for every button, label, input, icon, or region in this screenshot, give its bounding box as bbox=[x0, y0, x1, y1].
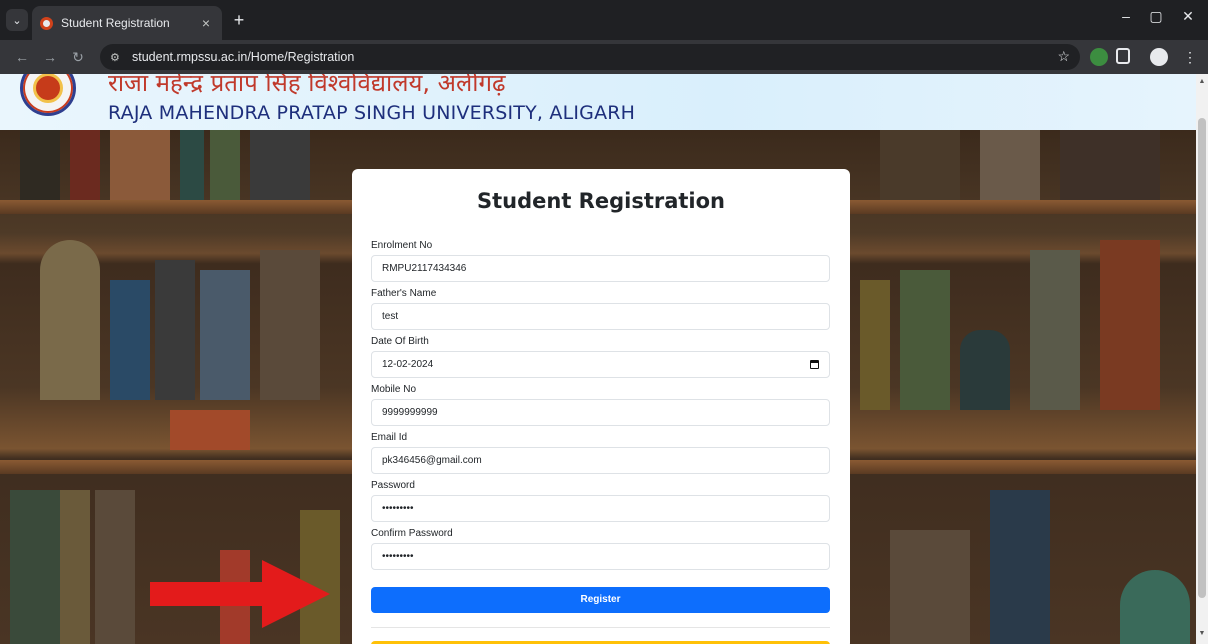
reload-icon[interactable]: ↻ bbox=[68, 47, 88, 67]
book-decor bbox=[95, 490, 135, 644]
divider bbox=[371, 627, 830, 628]
book-decor bbox=[1030, 250, 1080, 410]
profile-icon[interactable] bbox=[1150, 48, 1168, 66]
dob-label: Date Of Birth bbox=[371, 336, 429, 347]
email-label: Email Id bbox=[371, 432, 408, 443]
book-decor bbox=[110, 280, 150, 400]
book-decor bbox=[1060, 130, 1160, 200]
back-icon[interactable]: ← bbox=[12, 47, 32, 67]
register-button[interactable]: Register bbox=[371, 587, 830, 613]
university-name-english: RAJA MAHENDRA PRATAP SINGH UNIVERSITY, A… bbox=[108, 102, 636, 124]
registration-card: Student Registration Enrolment No RMPU21… bbox=[352, 169, 850, 644]
arrow-annotation bbox=[150, 560, 330, 628]
university-header: राजा महेन्द्र प्रताप सिंह विश्वविद्यालय,… bbox=[0, 74, 1196, 130]
forward-icon[interactable]: → bbox=[40, 47, 60, 67]
star-icon[interactable]: ☆ bbox=[1057, 48, 1070, 65]
tab-search-icon[interactable]: ⌄ bbox=[6, 9, 28, 31]
book-decor bbox=[60, 490, 90, 644]
tab-student-registration[interactable]: Student Registration × bbox=[32, 6, 222, 40]
book-decor bbox=[10, 490, 60, 644]
site-info-icon[interactable]: ⚙ bbox=[110, 51, 128, 64]
book-decor bbox=[20, 130, 60, 200]
scroll-down-icon[interactable]: ▼ bbox=[1196, 630, 1208, 637]
book-decor bbox=[70, 130, 100, 200]
page-viewport: राजा महेन्द्र प्रताप सिंह विश्वविद्यालय,… bbox=[0, 74, 1196, 644]
tab-title: Student Registration bbox=[61, 16, 170, 30]
globe-decor bbox=[40, 240, 100, 400]
book-decor bbox=[1100, 240, 1160, 410]
scroll-up-icon[interactable]: ▲ bbox=[1196, 78, 1208, 85]
email-input[interactable]: pk346456@gmail.com bbox=[371, 447, 830, 474]
book-decor bbox=[155, 260, 195, 400]
confirm-password-input[interactable]: ••••••••• bbox=[371, 543, 830, 570]
book-decor bbox=[880, 130, 960, 200]
book-decor bbox=[900, 270, 950, 410]
university-logo bbox=[20, 74, 76, 116]
fathers-name-input[interactable]: test bbox=[371, 303, 830, 330]
book-decor bbox=[200, 270, 250, 400]
restore-button[interactable]: ▢ bbox=[1142, 8, 1170, 25]
close-window-button[interactable]: ✕ bbox=[1174, 8, 1202, 25]
dob-input[interactable]: 12-02-2024 bbox=[371, 351, 830, 378]
new-tab-button[interactable]: + bbox=[228, 9, 250, 31]
password-label: Password bbox=[371, 480, 415, 491]
form-title: Student Registration bbox=[476, 189, 725, 213]
calendar-icon[interactable] bbox=[810, 360, 819, 369]
book-decor bbox=[180, 130, 204, 200]
confirm-password-label: Confirm Password bbox=[371, 528, 453, 539]
minimize-button[interactable]: – bbox=[1112, 8, 1140, 24]
book-decor bbox=[210, 130, 240, 200]
scroll-thumb[interactable] bbox=[1198, 118, 1206, 598]
book-decor bbox=[260, 250, 320, 400]
page-scrollbar[interactable]: ▲ ▼ bbox=[1196, 74, 1208, 644]
university-name-hindi: राजा महेन्द्र प्रताप सिंह विश्वविद्यालय,… bbox=[108, 74, 506, 97]
url-text[interactable]: student.rmpssu.ac.in/Home/Registration bbox=[132, 50, 354, 64]
password-input[interactable]: ••••••••• bbox=[371, 495, 830, 522]
book-decor bbox=[980, 130, 1040, 200]
enrolment-input[interactable]: RMPU2117434346 bbox=[371, 255, 830, 282]
book-decor bbox=[860, 280, 890, 410]
tab-strip: ⌄ Student Registration × + – ▢ ✕ bbox=[0, 0, 1208, 40]
menu-icon[interactable]: ⋮ bbox=[1180, 47, 1200, 67]
browser-toolbar: ← → ↻ ⚙ student.rmpssu.ac.in/Home/Regist… bbox=[0, 40, 1208, 74]
book-decor bbox=[110, 130, 170, 200]
extension-icon[interactable] bbox=[1090, 48, 1108, 66]
address-bar[interactable]: ⚙ student.rmpssu.ac.in/Home/Registration… bbox=[100, 44, 1080, 70]
favicon-icon bbox=[40, 16, 53, 30]
book-decor bbox=[170, 410, 250, 450]
dob-value: 12-02-2024 bbox=[382, 359, 434, 370]
globe-decor bbox=[1120, 570, 1190, 644]
book-decor bbox=[990, 490, 1050, 644]
fathers-name-label: Father's Name bbox=[371, 288, 437, 299]
extensions-puzzle-icon[interactable] bbox=[1116, 48, 1130, 64]
enrolment-label: Enrolment No bbox=[371, 240, 433, 251]
mobile-input[interactable]: 9999999999 bbox=[371, 399, 830, 426]
book-decor bbox=[250, 130, 310, 200]
vase-decor bbox=[960, 330, 1010, 410]
book-decor bbox=[890, 530, 970, 644]
tab-close-icon[interactable]: × bbox=[198, 15, 214, 31]
mobile-label: Mobile No bbox=[371, 384, 417, 395]
